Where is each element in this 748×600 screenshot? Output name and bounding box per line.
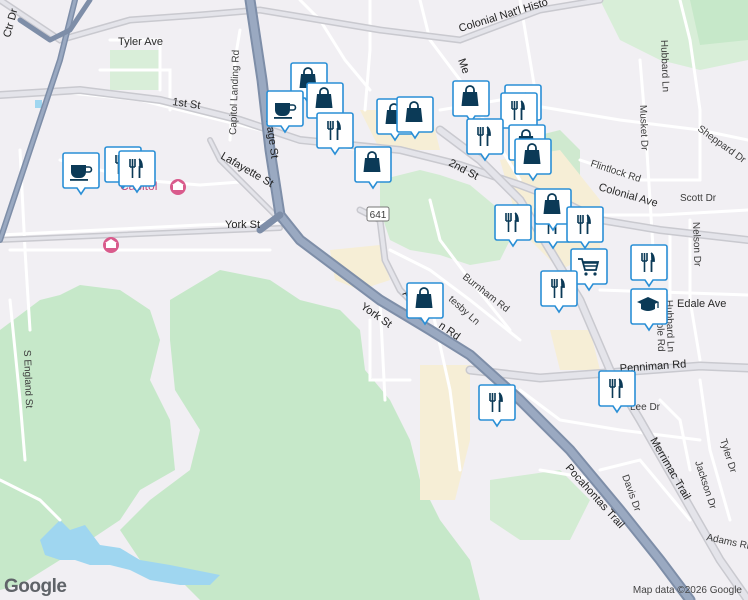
poi-pin-restaurant[interactable] bbox=[630, 244, 668, 288]
street-label: York St bbox=[225, 219, 260, 231]
poi-pin-coffee[interactable] bbox=[266, 90, 304, 134]
street-label: Tyler Ave bbox=[118, 36, 163, 48]
commercial-area bbox=[420, 365, 470, 500]
poi-pin-shopping-bag[interactable] bbox=[406, 282, 444, 326]
museum-marker bbox=[103, 237, 119, 253]
poi-pin-shopping-bag[interactable] bbox=[534, 188, 572, 232]
street-label: Tyler Dr bbox=[717, 438, 738, 475]
poi-pin-restaurant[interactable] bbox=[478, 384, 516, 428]
poi-pin-restaurant[interactable] bbox=[466, 118, 504, 162]
street-label: Musket Dr bbox=[637, 105, 650, 152]
park-area bbox=[690, 0, 748, 45]
street-label: Scott Dr bbox=[680, 193, 717, 204]
poi-pin-coffee[interactable] bbox=[62, 152, 100, 196]
poi-pin-shopping-bag[interactable] bbox=[514, 138, 552, 182]
route-shield-label: 641 bbox=[370, 210, 387, 221]
street-label: Edale Ave bbox=[677, 298, 726, 310]
route-shield: 641 bbox=[366, 206, 390, 222]
poi-pin-shopping-bag[interactable] bbox=[452, 80, 490, 124]
poi-pin-shopping-bag[interactable] bbox=[396, 96, 434, 140]
capitol-marker bbox=[170, 179, 186, 195]
poi-pin-restaurant[interactable] bbox=[316, 112, 354, 156]
street-label: tesby Ln bbox=[446, 294, 481, 327]
pond bbox=[35, 100, 42, 108]
poi-pin-shopping-bag[interactable] bbox=[354, 146, 392, 190]
street-label: Hubbard Ln bbox=[658, 40, 671, 93]
poi-pin-restaurant[interactable] bbox=[500, 92, 538, 136]
street-label: Colonial Nat'l Histo bbox=[457, 0, 549, 35]
street-label: S England St bbox=[21, 350, 34, 409]
poi-pin-restaurant[interactable] bbox=[494, 204, 532, 248]
street-label: Flintlock Rd bbox=[589, 158, 642, 185]
park-area bbox=[380, 170, 510, 265]
street-label: Nelson Dr bbox=[690, 222, 703, 267]
poi-pin-restaurant[interactable] bbox=[566, 206, 604, 250]
poi-pin-restaurant[interactable] bbox=[540, 270, 578, 314]
poi-pin-restaurant[interactable] bbox=[118, 150, 156, 194]
poi-pin-restaurant[interactable] bbox=[598, 370, 636, 414]
google-logo: Google bbox=[4, 576, 67, 597]
street-label: Sheppard Dr bbox=[695, 124, 748, 167]
map-canvas[interactable]: 641 Tyler Ave 1st St Capitol Landing Rd … bbox=[0, 0, 748, 600]
poi-pin-school[interactable] bbox=[630, 288, 668, 332]
street-label: Ctr Dr bbox=[1, 7, 20, 39]
street-label: Me bbox=[455, 57, 472, 75]
map-attribution[interactable]: Map data ©2026 Google bbox=[633, 585, 742, 596]
